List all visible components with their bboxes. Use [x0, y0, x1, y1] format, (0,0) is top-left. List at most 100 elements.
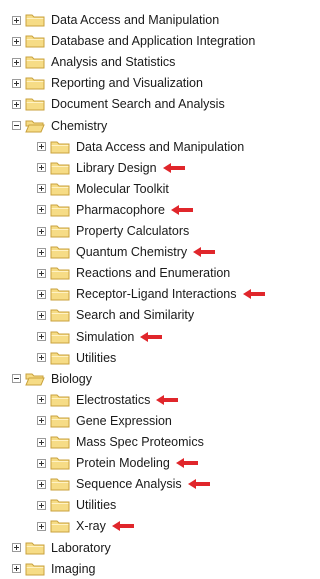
tree-category[interactable]: Chemistry — [12, 116, 107, 136]
tree-item-label: Utilities — [76, 498, 117, 513]
tree-subcategory[interactable]: Electrostatics — [37, 390, 179, 410]
tree-subcategory[interactable]: Protein Modeling — [37, 453, 198, 473]
tree-subcategory[interactable]: Simulation — [37, 327, 163, 347]
expand-icon[interactable] — [37, 353, 46, 363]
expand-icon[interactable] — [37, 268, 46, 278]
folder-icon — [50, 267, 70, 280]
tree-subcategory[interactable]: Utilities — [37, 348, 116, 368]
folder-icon — [25, 35, 45, 48]
red-arrow-icon — [170, 204, 193, 215]
expand-icon[interactable] — [37, 458, 46, 468]
tree-item-label: X-ray — [76, 519, 106, 534]
tree-subcategory[interactable]: X-ray — [37, 516, 134, 536]
expand-icon[interactable] — [37, 521, 46, 531]
red-arrow-icon — [175, 458, 198, 469]
expand-icon[interactable] — [12, 15, 21, 25]
folder-icon — [50, 520, 70, 533]
tree-item-label: Imaging — [51, 561, 96, 576]
tree-item-label: Protein Modeling — [76, 456, 170, 471]
tree-item-label: Data Access and Manipulation — [76, 139, 245, 154]
tree-category[interactable]: Data Access and Manipulation — [12, 10, 219, 30]
tree-subcategory[interactable]: Sequence Analysis — [37, 474, 210, 494]
expand-icon[interactable] — [37, 395, 46, 405]
tree-category[interactable]: Laboratory — [12, 538, 111, 558]
tree-subcategory[interactable]: Data Access and Manipulation — [37, 137, 244, 157]
folder-icon — [50, 183, 70, 196]
expand-icon[interactable] — [37, 226, 46, 236]
tree-item-label: Sequence Analysis — [76, 477, 182, 492]
red-arrow-icon — [162, 162, 185, 173]
tree-subcategory[interactable]: Mass Spec Proteomics — [37, 432, 204, 452]
tree-item-label: Utilities — [76, 350, 117, 365]
expand-icon[interactable] — [12, 99, 21, 109]
tree-subcategory[interactable]: Utilities — [37, 495, 116, 515]
expand-icon[interactable] — [37, 500, 46, 510]
tree-item-label: Reporting and Visualization — [51, 76, 203, 91]
red-arrow-icon — [140, 331, 163, 342]
tree-category[interactable]: Database and Application Integration — [12, 31, 255, 51]
folder-icon — [25, 14, 45, 27]
folder-icon — [50, 436, 70, 449]
expand-icon[interactable] — [37, 332, 46, 341]
tree-item-label: Data Access and Manipulation — [51, 13, 220, 27]
tree-item-label: Simulation — [76, 329, 135, 344]
tree-item-label: Document Search and Analysis — [51, 97, 225, 112]
tree-item-label: Receptor-Ligand Interactions — [76, 287, 237, 302]
folder-icon — [50, 309, 70, 322]
tree-subcategory[interactable]: Reactions and Enumeration — [37, 263, 230, 283]
tree-category[interactable]: Analysis and Statistics — [12, 52, 175, 72]
expand-icon[interactable] — [37, 479, 46, 489]
tree-item-label: Pharmacophore — [76, 202, 165, 217]
folder-icon — [50, 478, 70, 491]
tree-item-label: Electrostatics — [76, 392, 151, 407]
tree-category[interactable]: Document Search and Analysis — [12, 94, 225, 114]
tree-item-label: Chemistry — [51, 118, 108, 133]
expand-icon[interactable] — [37, 416, 46, 426]
tree-item-label: Quantum Chemistry — [76, 245, 188, 260]
tree-item-label: Molecular Toolkit — [76, 181, 169, 196]
expand-icon[interactable] — [37, 437, 46, 447]
tree-item-label: Property Calculators — [76, 224, 190, 238]
folder-tree: Data Access and Manipulation Database and… — [0, 0, 295, 576]
expand-icon[interactable] — [37, 163, 46, 173]
folder-icon — [25, 373, 45, 386]
tree-item-label: Mass Spec Proteomics — [76, 435, 204, 449]
red-arrow-icon — [111, 521, 134, 532]
folder-icon — [25, 98, 45, 111]
folder-icon — [50, 225, 70, 238]
tree-subcategory[interactable]: Search and Similarity — [37, 305, 194, 325]
folder-icon — [50, 141, 70, 154]
tree-category[interactable]: Reporting and Visualization — [12, 73, 203, 93]
folder-icon — [25, 56, 45, 69]
tree-subcategory[interactable]: Property Calculators — [37, 221, 189, 241]
tree-category[interactable]: Imaging — [12, 559, 95, 579]
tree-category[interactable]: Biology — [12, 369, 92, 389]
expand-icon[interactable] — [12, 36, 21, 46]
expand-icon[interactable] — [12, 78, 21, 88]
tree-item-label: Laboratory — [51, 540, 111, 555]
folder-icon — [25, 563, 45, 576]
expand-icon[interactable] — [12, 57, 21, 67]
expand-icon[interactable] — [12, 543, 21, 552]
expand-icon[interactable] — [12, 564, 21, 574]
expand-icon[interactable] — [37, 142, 46, 152]
tree-item-label: Library Design — [76, 160, 157, 175]
expand-icon[interactable] — [37, 247, 46, 257]
tree-item-label: Search and Similarity — [76, 308, 195, 323]
tree-subcategory[interactable]: Molecular Toolkit — [37, 179, 169, 199]
tree-subcategory[interactable]: Quantum Chemistry — [37, 242, 216, 262]
red-arrow-icon — [187, 479, 210, 490]
tree-subcategory[interactable]: Gene Expression — [37, 411, 172, 431]
folder-icon — [50, 352, 70, 365]
tree-item-label: Analysis and Statistics — [51, 55, 176, 70]
expand-icon[interactable] — [37, 289, 46, 299]
tree-subcategory[interactable]: Library Design — [37, 158, 185, 178]
expand-icon[interactable] — [37, 310, 46, 320]
expand-icon[interactable] — [37, 205, 46, 215]
collapse-icon[interactable] — [12, 121, 21, 130]
tree-subcategory[interactable]: Pharmacophore — [37, 200, 193, 220]
tree-subcategory[interactable]: Receptor-Ligand Interactions — [37, 284, 265, 304]
collapse-icon[interactable] — [12, 374, 21, 384]
expand-icon[interactable] — [37, 184, 46, 194]
tree-item-label: Database and Application Integration — [51, 34, 256, 49]
